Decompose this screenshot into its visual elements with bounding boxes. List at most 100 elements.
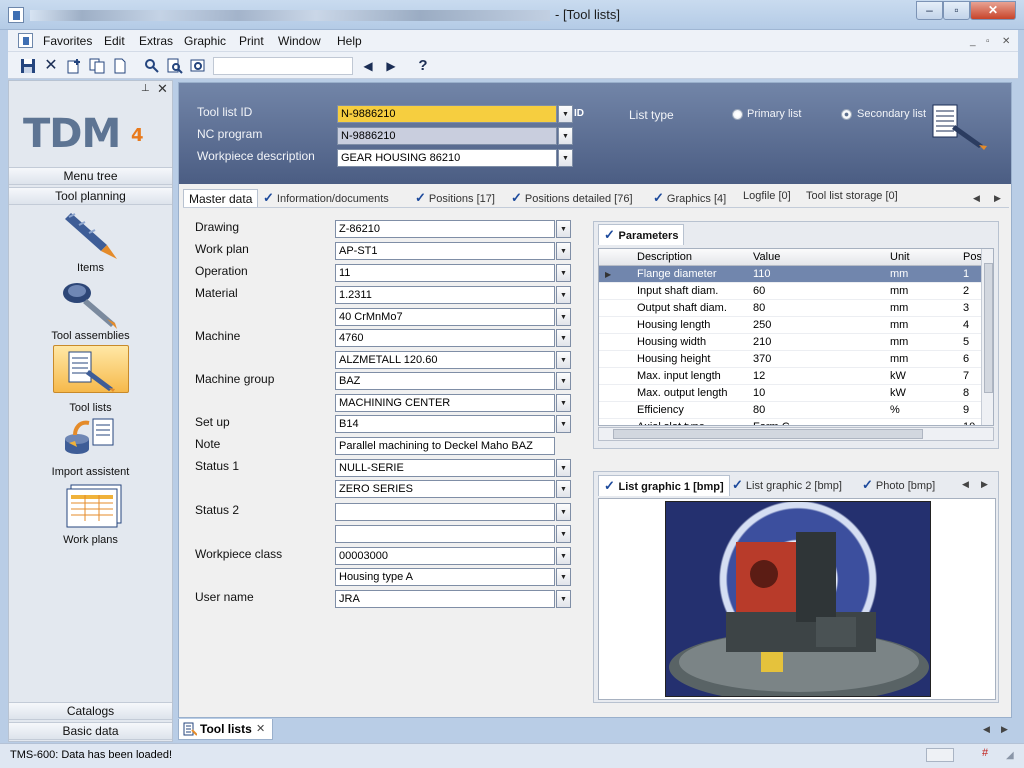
search-advanced-icon[interactable]: [165, 56, 185, 76]
status1-field[interactable]: NULL-SERIE: [335, 459, 555, 477]
toolbar-search-combo[interactable]: [213, 57, 353, 75]
status1-dropdown[interactable]: ▼: [556, 459, 571, 477]
table-row[interactable]: ▶ Flange diameter 110 mm 1: [599, 266, 983, 283]
previous-icon[interactable]: ◀: [358, 56, 378, 76]
table-cell[interactable]: mm: [890, 317, 950, 334]
graphics-scroll-left-icon[interactable]: ◀: [962, 479, 969, 490]
menu-tree-button[interactable]: Menu tree: [9, 167, 172, 185]
catalogs-button[interactable]: Catalogs: [9, 702, 172, 720]
close-button[interactable]: ✕: [970, 1, 1016, 20]
table-cell[interactable]: 2: [963, 283, 983, 300]
tab-graphics[interactable]: ✓ Graphics [4]: [653, 190, 726, 206]
table-cell[interactable]: Housing width: [637, 334, 747, 351]
document-icon[interactable]: [18, 33, 33, 48]
table-cell[interactable]: kW: [890, 385, 950, 402]
note-field[interactable]: Parallel machining to Deckel Maho BAZ: [335, 437, 555, 455]
search-icon[interactable]: [142, 56, 162, 76]
menu-favorites[interactable]: Favorites: [43, 34, 92, 48]
grid-horizontal-scrollbar[interactable]: [598, 427, 994, 441]
drawing-field[interactable]: Z-86210: [335, 220, 555, 238]
table-cell[interactable]: mm: [890, 351, 950, 368]
status1-name-field[interactable]: ZERO SERIES: [335, 480, 555, 498]
pin-icon[interactable]: ⊥: [141, 83, 150, 94]
table-cell[interactable]: Efficiency: [637, 402, 747, 419]
operation-dropdown[interactable]: ▼: [556, 264, 571, 282]
table-cell[interactable]: Housing length: [637, 317, 747, 334]
table-cell[interactable]: Input shaft diam.: [637, 283, 747, 300]
table-cell[interactable]: 370: [753, 351, 873, 368]
sidebar-item-tool-assemblies[interactable]: Tool assemblies: [9, 279, 172, 345]
table-cell[interactable]: mm: [890, 300, 950, 317]
workpiece-class-field[interactable]: 00003000: [335, 547, 555, 565]
table-cell[interactable]: 9: [963, 402, 983, 419]
table-cell[interactable]: Form C: [753, 419, 873, 425]
table-cell[interactable]: Output shaft diam.: [637, 300, 747, 317]
column-value[interactable]: Value: [753, 249, 873, 266]
table-cell[interactable]: Max. input length: [637, 368, 747, 385]
nc-program-field[interactable]: N-9886210: [337, 127, 557, 145]
nc-program-dropdown[interactable]: ▼: [558, 127, 573, 145]
document-tabs-right-icon[interactable]: ▶: [1001, 724, 1008, 735]
setup-field[interactable]: B14: [335, 415, 555, 433]
tab-list-graphic-2[interactable]: ✓ List graphic 2 [bmp]: [732, 477, 842, 493]
status2-field[interactable]: [335, 503, 555, 521]
drawing-dropdown[interactable]: ▼: [556, 220, 571, 238]
id-generate-button[interactable]: ID: [574, 105, 594, 123]
menu-help[interactable]: Help: [337, 34, 362, 48]
new-document-icon[interactable]: [110, 56, 130, 76]
tab-positions[interactable]: ✓ Positions [17]: [415, 190, 495, 206]
status2-name-dropdown[interactable]: ▼: [556, 525, 571, 543]
table-cell[interactable]: 10: [753, 385, 873, 402]
sidebar-item-items[interactable]: Items: [9, 211, 172, 277]
material-name-field[interactable]: 40 CrMnMo7: [335, 308, 555, 326]
table-cell[interactable]: 1: [963, 266, 983, 283]
app-icon[interactable]: [8, 7, 24, 23]
workpiece-class-dropdown[interactable]: ▼: [556, 547, 571, 565]
graphics-scroll-right-icon[interactable]: ▶: [981, 479, 988, 490]
sidebar-item-import-assistent[interactable]: Import assistent: [9, 415, 172, 481]
table-row[interactable]: Efficiency 80% 9: [599, 402, 983, 419]
copy-icon[interactable]: [87, 56, 107, 76]
table-cell[interactable]: 110: [753, 266, 873, 283]
tool-list-id-dropdown[interactable]: ▼: [558, 105, 573, 123]
operation-field[interactable]: 11: [335, 264, 555, 282]
table-row[interactable]: Max. input length 12 kW 7: [599, 368, 983, 385]
table-row[interactable]: Max. output length 10 kW 8: [599, 385, 983, 402]
table-row[interactable]: Input shaft diam. 60 mm 2: [599, 283, 983, 300]
column-pos[interactable]: Pos: [963, 249, 983, 266]
table-cell[interactable]: Flange diameter: [637, 266, 747, 283]
table-row[interactable]: Housing width 210 mm 5: [599, 334, 983, 351]
sidebar-close-icon[interactable]: ✕: [157, 81, 168, 97]
table-cell[interactable]: 5: [963, 334, 983, 351]
machine-group-field[interactable]: BAZ: [335, 372, 555, 390]
table-cell[interactable]: 80: [753, 402, 873, 419]
table-cell[interactable]: 210: [753, 334, 873, 351]
mdi-minimize-button[interactable]: _: [970, 36, 976, 47]
tab-tool-list-storage[interactable]: Tool list storage [0]: [806, 190, 898, 202]
tab-list-graphic-1[interactable]: ✓ List graphic 1 [bmp]: [598, 475, 730, 496]
tab-positions-detailed[interactable]: ✓ Positions detailed [76]: [511, 190, 633, 206]
table-cell[interactable]: kW: [890, 368, 950, 385]
mdi-restore-button[interactable]: ▫: [986, 36, 990, 47]
save-icon[interactable]: [18, 56, 38, 76]
primary-list-radio[interactable]: [732, 109, 743, 120]
table-cell[interactable]: 60: [753, 283, 873, 300]
table-cell[interactable]: 7: [963, 368, 983, 385]
restore-button[interactable]: ▫: [943, 1, 970, 20]
sidebar-item-tool-lists[interactable]: Tool lists: [9, 345, 172, 417]
work-plan-dropdown[interactable]: ▼: [556, 242, 571, 260]
table-cell[interactable]: 80: [753, 300, 873, 317]
delete-icon[interactable]: ✕: [41, 56, 61, 76]
status1-name-dropdown[interactable]: ▼: [556, 480, 571, 498]
user-name-dropdown[interactable]: ▼: [556, 590, 571, 608]
table-cell[interactable]: Axial slot type: [637, 419, 747, 425]
resize-grip-icon[interactable]: ◢: [1006, 750, 1014, 761]
table-cell[interactable]: 4: [963, 317, 983, 334]
table-cell[interactable]: mm: [890, 283, 950, 300]
setup-dropdown[interactable]: ▼: [556, 415, 571, 433]
document-tabs-left-icon[interactable]: ◀: [983, 724, 990, 735]
material-name-dropdown[interactable]: ▼: [556, 308, 571, 326]
menu-print[interactable]: Print: [239, 34, 264, 48]
material-field[interactable]: 1.2311: [335, 286, 555, 304]
document-tab-tool-lists[interactable]: Tool lists ✕: [178, 719, 273, 740]
